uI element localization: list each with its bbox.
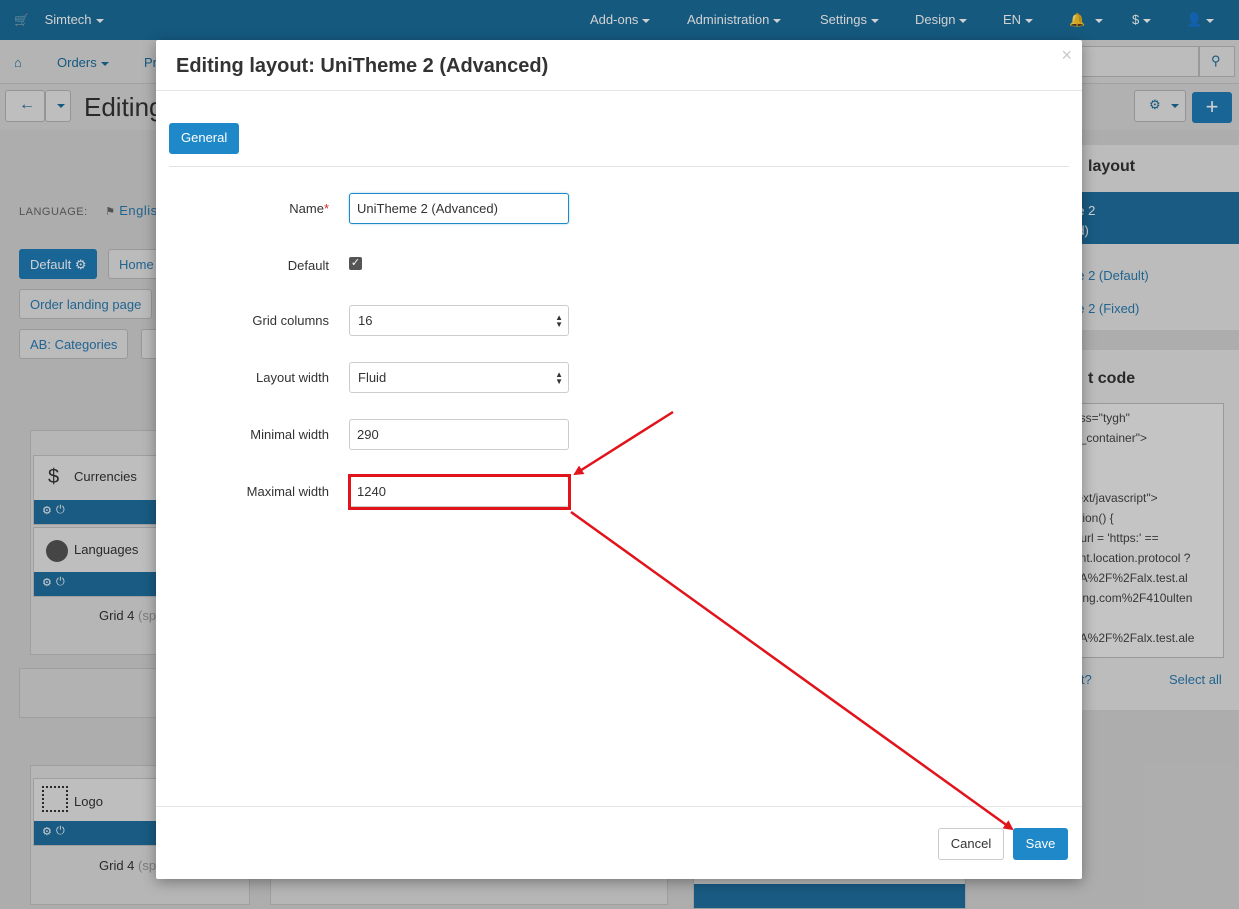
select-arrows-icon: ▲ ▼ (555, 313, 563, 329)
name-label-text: Name (289, 201, 324, 216)
grid-columns-value: 16 (358, 313, 373, 328)
name-label: Name* (289, 201, 329, 216)
dialog-header: Editing layout: UniTheme 2 (Advanced) × (156, 40, 1082, 91)
tab-divider (169, 166, 1069, 167)
layout-width-label: Layout width (256, 370, 329, 385)
layout-width-select[interactable]: Fluid ▲ ▼ (349, 362, 569, 393)
edit-layout-dialog: Editing layout: UniTheme 2 (Advanced) × … (156, 40, 1082, 879)
annotation-highlight-box (348, 474, 571, 510)
minimal-width-label: Minimal width (250, 427, 329, 442)
check-icon: ✓ (350, 257, 361, 269)
tab-general[interactable]: General (169, 123, 240, 154)
name-field[interactable] (349, 193, 569, 224)
cancel-button[interactable]: Cancel (938, 828, 1004, 860)
close-icon[interactable]: × (1061, 45, 1072, 66)
default-checkbox[interactable]: ✓ (349, 257, 362, 270)
default-label: Default (287, 258, 329, 273)
dialog-title: Editing layout: UniTheme 2 (Advanced) (176, 55, 549, 77)
grid-columns-label: Grid columns (252, 313, 329, 328)
minimal-width-field[interactable] (349, 419, 569, 450)
maximal-width-label: Maximal width (246, 484, 329, 499)
required-marker: * (323, 201, 329, 216)
layout-width-value: Fluid (358, 370, 387, 385)
save-button[interactable]: Save (1013, 828, 1068, 860)
grid-columns-select[interactable]: 16 ▲ ▼ (349, 305, 569, 336)
dialog-footer: Cancel Save (156, 806, 1082, 879)
select-arrows-icon: ▲ ▼ (555, 370, 563, 386)
